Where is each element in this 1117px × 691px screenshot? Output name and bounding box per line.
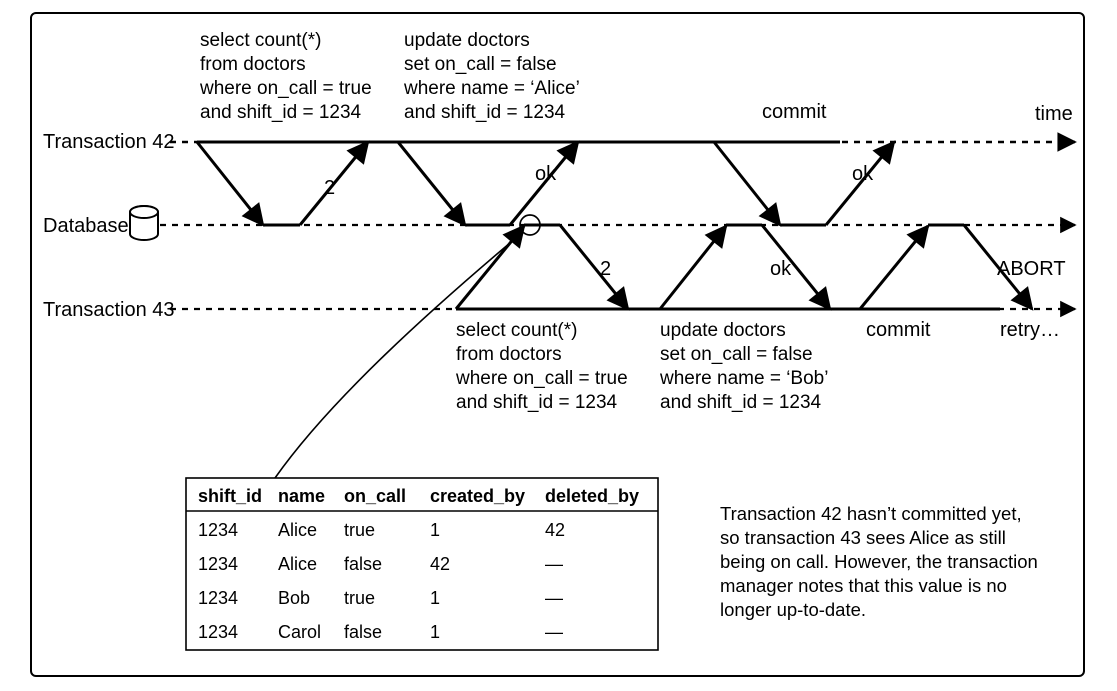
svg-text:—: — bbox=[545, 622, 563, 642]
resp-2b: 2 bbox=[600, 258, 611, 280]
svg-text:1234: 1234 bbox=[198, 588, 238, 608]
t42-select-down bbox=[197, 142, 263, 225]
resp-abort: ABORT bbox=[997, 258, 1066, 280]
svg-text:set on_call = false: set on_call = false bbox=[660, 344, 813, 365]
t43-retry-label: retry… bbox=[1000, 319, 1060, 341]
svg-text:and shift_id = 1234: and shift_id = 1234 bbox=[660, 392, 822, 413]
svg-text:Alice: Alice bbox=[278, 520, 317, 540]
svg-text:select count(*): select count(*) bbox=[456, 320, 577, 341]
svg-text:where name = ‘Alice’: where name = ‘Alice’ bbox=[403, 78, 580, 99]
resp-ok-b: ok bbox=[770, 258, 792, 280]
lane-label-db: Database bbox=[43, 215, 129, 237]
t42-update-down bbox=[398, 142, 465, 225]
svg-text:42: 42 bbox=[545, 520, 565, 540]
lane-label-t42: Transaction 42 bbox=[43, 131, 175, 153]
svg-text:and shift_id = 1234: and shift_id = 1234 bbox=[456, 392, 618, 413]
svg-text:true: true bbox=[344, 520, 375, 540]
th-name: name bbox=[278, 486, 325, 506]
th-created-by: created_by bbox=[430, 486, 525, 506]
explanation-note: Transaction 42 hasn’t committed yet, so … bbox=[720, 503, 1038, 620]
t43-select-sql: select count(*) from doctors where on_ca… bbox=[455, 320, 628, 413]
svg-text:and shift_id = 1234: and shift_id = 1234 bbox=[200, 102, 362, 123]
resp-ok-c: ok bbox=[852, 163, 874, 185]
t42-select-sql: select count(*) from doctors where on_ca… bbox=[199, 30, 372, 123]
t43-select-up bbox=[456, 226, 524, 309]
lane-label-t43: Transaction 43 bbox=[43, 299, 175, 321]
svg-text:where on_call = true: where on_call = true bbox=[199, 78, 372, 99]
svg-text:true: true bbox=[344, 588, 375, 608]
t42-commit-label: commit bbox=[762, 101, 827, 123]
time-label: time bbox=[1035, 103, 1073, 125]
svg-text:false: false bbox=[344, 622, 382, 642]
svg-text:1234: 1234 bbox=[198, 622, 238, 642]
svg-text:—: — bbox=[545, 554, 563, 574]
svg-text:manager notes that this value: manager notes that this value is no bbox=[720, 575, 1007, 596]
resp-ok-a: ok bbox=[535, 163, 557, 185]
svg-text:and shift_id = 1234: and shift_id = 1234 bbox=[404, 102, 566, 123]
svg-text:select count(*): select count(*) bbox=[200, 30, 321, 51]
th-deleted-by: deleted_by bbox=[545, 486, 639, 506]
t43-update-sql: update doctors set on_call = false where… bbox=[659, 320, 828, 413]
svg-text:1: 1 bbox=[430, 622, 440, 642]
t43-select-down bbox=[560, 225, 628, 309]
database-icon bbox=[130, 206, 158, 240]
svg-text:from doctors: from doctors bbox=[456, 344, 562, 365]
svg-text:1: 1 bbox=[430, 588, 440, 608]
svg-text:update doctors: update doctors bbox=[660, 320, 786, 341]
svg-text:false: false bbox=[344, 554, 382, 574]
svg-text:update doctors: update doctors bbox=[404, 30, 530, 51]
svg-text:Carol: Carol bbox=[278, 622, 321, 642]
svg-text:longer up-to-date.: longer up-to-date. bbox=[720, 599, 866, 620]
svg-text:1234: 1234 bbox=[198, 520, 238, 540]
t43-update-up bbox=[660, 226, 726, 309]
snapshot-table: shift_id name on_call created_by deleted… bbox=[186, 478, 658, 650]
svg-text:where name = ‘Bob’: where name = ‘Bob’ bbox=[659, 368, 828, 389]
svg-text:so transaction 43 sees Alice a: so transaction 43 sees Alice as still bbox=[720, 527, 1006, 548]
svg-text:Transaction 42 hasn’t committe: Transaction 42 hasn’t committed yet, bbox=[720, 503, 1022, 524]
t43-commit-label: commit bbox=[866, 319, 931, 341]
t43-commit-up bbox=[860, 226, 928, 309]
svg-text:1234: 1234 bbox=[198, 554, 238, 574]
svg-text:1: 1 bbox=[430, 520, 440, 540]
svg-text:Alice: Alice bbox=[278, 554, 317, 574]
t42-commit-down bbox=[714, 142, 780, 225]
svg-text:from doctors: from doctors bbox=[200, 54, 306, 75]
resp-2a: 2 bbox=[324, 177, 335, 199]
svg-text:being on call. However, the tr: being on call. However, the transaction bbox=[720, 551, 1038, 572]
svg-text:Bob: Bob bbox=[278, 588, 310, 608]
th-on-call: on_call bbox=[344, 486, 406, 506]
svg-text:42: 42 bbox=[430, 554, 450, 574]
t42-update-sql: update doctors set on_call = false where… bbox=[403, 30, 580, 123]
svg-text:—: — bbox=[545, 588, 563, 608]
svg-text:set on_call = false: set on_call = false bbox=[404, 54, 557, 75]
th-shift-id: shift_id bbox=[198, 486, 262, 506]
svg-text:where on_call = true: where on_call = true bbox=[455, 368, 628, 389]
